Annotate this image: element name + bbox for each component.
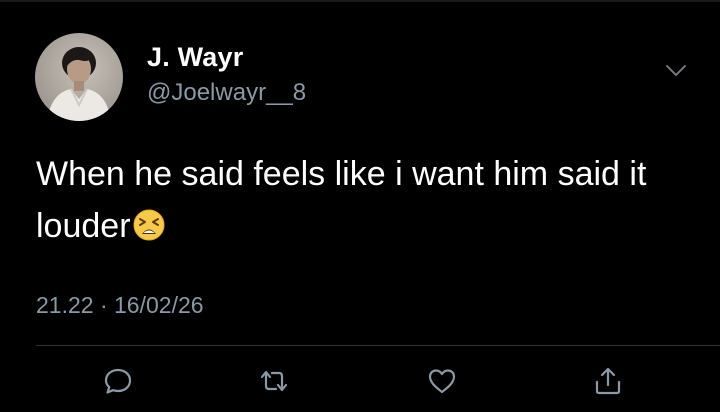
retweet-button[interactable]: [259, 366, 289, 396]
retweet-icon: [259, 366, 289, 396]
reply-button[interactable]: [103, 366, 133, 396]
tweet-text: When he said feels like i want him said …: [36, 148, 696, 252]
tweet-time: 21.22: [36, 292, 94, 318]
user-handle[interactable]: @Joelwayr__8: [147, 79, 306, 107]
heart-icon: [427, 366, 457, 396]
tweet-card: J. Wayr @Joelwayr__8 When he said feels …: [0, 0, 720, 412]
top-divider: [0, 0, 720, 2]
tired-face-emoji: [133, 204, 165, 241]
tweet-timestamp: 21.22 · 16/02/26: [36, 292, 204, 319]
tweet-body: When he said feels like i want him said …: [36, 155, 647, 245]
actions-divider: [36, 345, 720, 346]
chevron-down-icon[interactable]: [664, 62, 688, 80]
share-button[interactable]: [593, 366, 623, 396]
avatar[interactable]: [35, 33, 123, 121]
display-name[interactable]: J. Wayr: [147, 42, 243, 73]
like-button[interactable]: [427, 366, 457, 396]
share-icon: [593, 366, 623, 396]
reply-icon: [103, 366, 133, 396]
meta-separator: ·: [99, 292, 108, 318]
tweet-date: 16/02/26: [114, 292, 204, 318]
